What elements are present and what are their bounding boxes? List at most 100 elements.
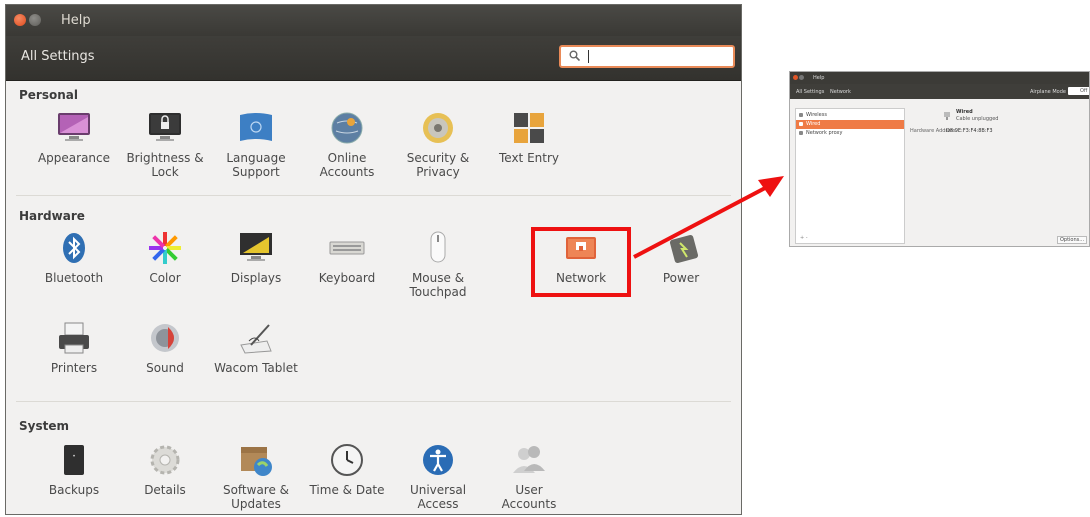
item-label: Sound: [146, 361, 184, 375]
item-security-privacy[interactable]: Security & Privacy: [393, 109, 483, 179]
item-user-accounts[interactable]: User Accounts: [484, 441, 574, 511]
item-details[interactable]: Details: [120, 441, 210, 497]
text-cursor: [588, 50, 589, 63]
software-updates-icon: [241, 447, 272, 476]
appearance-icon: [58, 113, 90, 141]
color-icon: [149, 232, 181, 264]
item-label-line2: Support: [232, 165, 280, 179]
proxy-icon: [799, 131, 803, 135]
section-heading-system: System: [19, 419, 69, 433]
section-divider: [16, 195, 731, 196]
close-icon: [793, 75, 798, 80]
preview-wired-title: Wired: [956, 109, 973, 115]
item-label-line2: Access: [417, 497, 459, 511]
minimize-icon[interactable]: [29, 14, 41, 26]
section-heading-hardware: Hardware: [19, 209, 85, 223]
item-text-entry[interactable]: Text Entry: [484, 109, 574, 165]
all-settings-button[interactable]: All Settings: [21, 49, 95, 64]
item-wacom-tablet[interactable]: Wacom Tablet: [211, 319, 301, 375]
close-icon[interactable]: [14, 14, 26, 26]
item-label: Security &: [406, 151, 470, 165]
section-divider: [16, 401, 731, 402]
item-label: Power: [662, 271, 700, 285]
item-label-line2: Lock: [151, 165, 179, 179]
item-label: Language: [226, 151, 286, 165]
item-label-line2: Privacy: [416, 165, 460, 179]
title-bar: Help: [6, 5, 741, 36]
item-label-line2: Accounts: [319, 165, 375, 179]
item-label: Printers: [50, 361, 98, 375]
backups-icon: •: [64, 445, 84, 475]
user-accounts-icon: [513, 446, 545, 473]
network-settings-preview: Help All Settings Network Airplane Mode …: [789, 71, 1090, 247]
preview-window-title: Help: [813, 75, 825, 81]
keyboard-icon: [329, 241, 365, 255]
preview-list-item-selected: Wired: [796, 120, 904, 129]
preview-all-settings: All Settings: [796, 89, 825, 95]
preview-add-remove: + -: [800, 235, 808, 241]
item-printers[interactable]: Printers: [29, 319, 119, 375]
toolbar: All Settings: [6, 36, 741, 81]
sound-icon: [151, 324, 179, 352]
item-label: Appearance: [37, 151, 111, 165]
item-label: Keyboard: [318, 271, 376, 285]
language-support-icon: [240, 113, 272, 141]
item-label-line2: Accounts: [501, 497, 557, 511]
item-displays[interactable]: Displays: [211, 229, 301, 285]
window-title: Help: [61, 13, 91, 28]
online-accounts-icon: [331, 112, 363, 144]
preview-list-label: Network proxy: [806, 130, 843, 136]
item-appearance[interactable]: Appearance: [29, 109, 119, 165]
printer-icon: [59, 322, 89, 354]
item-label: Brightness &: [126, 151, 204, 165]
item-label: Universal: [409, 483, 467, 497]
preview-toolbar: All Settings Network Airplane Mode Off: [790, 84, 1089, 99]
item-label: Backups: [48, 483, 100, 497]
search-icon: [569, 50, 580, 61]
item-color[interactable]: Color: [120, 229, 210, 285]
preview-wired-status: Cable unplugged: [956, 116, 999, 122]
item-bluetooth[interactable]: Bluetooth: [29, 229, 119, 285]
item-label: Text Entry: [498, 151, 559, 165]
item-online-accounts[interactable]: Online Accounts: [302, 109, 392, 179]
search-input[interactable]: [559, 45, 735, 68]
bluetooth-icon: [63, 233, 85, 263]
item-mouse-touchpad[interactable]: Mouse & Touchpad: [393, 229, 483, 299]
details-icon: [150, 445, 180, 475]
brightness-lock-icon: [149, 113, 181, 141]
item-label: Online: [327, 151, 367, 165]
item-label-line2: Touchpad: [409, 285, 467, 299]
item-power[interactable]: Power: [636, 229, 726, 285]
item-label: Displays: [230, 271, 282, 285]
item-keyboard[interactable]: Keyboard: [302, 229, 392, 285]
network-highlight-box: [531, 227, 631, 297]
clock-icon: [331, 444, 363, 476]
svg-text:•: •: [72, 453, 76, 460]
mouse-icon: [430, 231, 446, 263]
item-label: Bluetooth: [44, 271, 104, 285]
item-label: User: [515, 483, 543, 497]
settings-grid: Personal Appearance Brightness & Lock La…: [6, 81, 741, 514]
text-entry-icon: [514, 113, 544, 143]
item-sound[interactable]: Sound: [120, 319, 210, 375]
preview-list-item: Network proxy: [796, 129, 904, 138]
item-brightness-lock[interactable]: Brightness & Lock: [120, 109, 210, 179]
item-language-support[interactable]: Language Support: [211, 109, 301, 179]
preview-hw-value: D8:9E:F3:F4:8B:F3: [946, 128, 993, 134]
preview-connection-list: Wireless Wired Network proxy + -: [795, 108, 905, 244]
preview-title-bar: Help: [790, 72, 1089, 84]
preview-network-button: Network: [830, 89, 851, 95]
item-time-date[interactable]: Time & Date: [302, 441, 392, 497]
section-heading-personal: Personal: [19, 88, 78, 102]
preview-airplane-toggle-label: Off: [1080, 88, 1088, 94]
ethernet-icon: [944, 112, 950, 120]
security-privacy-icon: [423, 113, 453, 143]
wireless-icon: [799, 113, 803, 117]
preview-list-item: Wireless: [796, 111, 904, 120]
item-backups[interactable]: • Backups: [29, 441, 119, 497]
power-icon: [669, 234, 699, 264]
item-software-updates[interactable]: Software & Updates: [211, 441, 301, 511]
system-settings-window: Help All Settings Personal Appearance Br…: [5, 4, 742, 515]
item-universal-access[interactable]: Universal Access: [393, 441, 483, 511]
item-label-line2: Updates: [231, 497, 281, 511]
